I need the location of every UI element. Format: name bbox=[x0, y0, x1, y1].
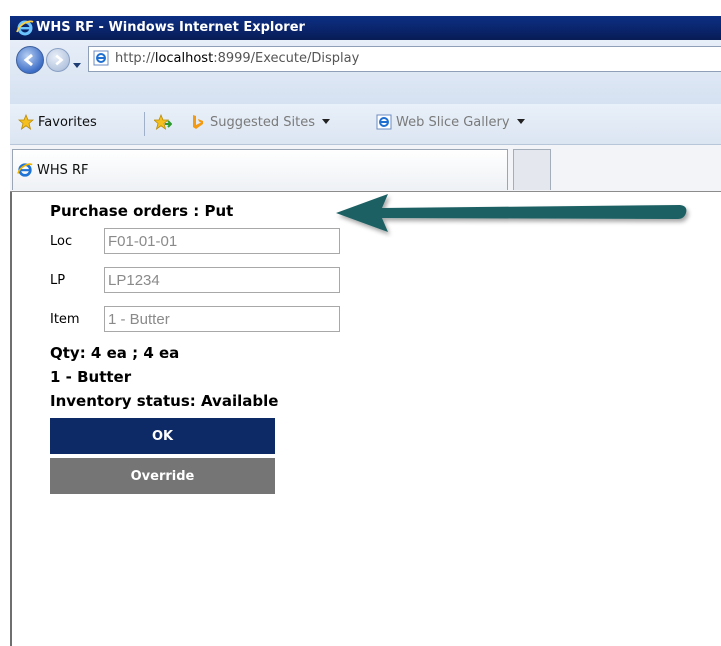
loc-label: Loc bbox=[50, 233, 73, 249]
history-dropdown-icon[interactable] bbox=[72, 55, 82, 74]
inventory-status-text: Inventory status: Available bbox=[50, 392, 279, 410]
item-input[interactable] bbox=[104, 306, 340, 332]
tab-whs-rf[interactable]: WHS RF bbox=[12, 149, 508, 190]
add-favorite-icon bbox=[154, 114, 172, 130]
title-bar: WHS RF - Windows Internet Explorer bbox=[10, 16, 721, 40]
annotation-arrow bbox=[336, 194, 687, 232]
dropdown-arrow-icon bbox=[516, 119, 525, 124]
dropdown-arrow-icon bbox=[321, 119, 330, 124]
item-field-row: Item bbox=[50, 304, 340, 334]
arrow-right-icon bbox=[55, 54, 64, 66]
browser-window: WHS RF - Windows Internet Explorer http:… bbox=[0, 0, 721, 646]
arrow-left-icon bbox=[23, 53, 33, 67]
internet-explorer-icon bbox=[16, 19, 34, 41]
suggested-sites-button[interactable]: Suggested Sites bbox=[190, 114, 331, 130]
page-icon bbox=[93, 50, 109, 70]
web-slice-gallery-button[interactable]: Web Slice Gallery bbox=[376, 114, 526, 130]
lp-field-row: LP bbox=[50, 265, 340, 295]
item-label: Item bbox=[50, 311, 80, 327]
loc-field-row: Loc bbox=[50, 226, 340, 256]
star-icon bbox=[18, 114, 34, 130]
qty-text: Qty: 4 ea ; 4 ea bbox=[50, 344, 180, 362]
toolbar-divider bbox=[144, 112, 145, 136]
tab-bar: WHS RF bbox=[10, 145, 721, 192]
address-bar[interactable]: http://localhost:8999/Execute/Display bbox=[88, 46, 721, 72]
lp-input[interactable] bbox=[104, 267, 340, 293]
back-button[interactable] bbox=[16, 46, 44, 74]
favorites-button[interactable]: Favorites bbox=[18, 114, 97, 130]
ok-button[interactable]: OK bbox=[50, 418, 275, 454]
internet-explorer-icon bbox=[17, 162, 33, 182]
item-description-text: 1 - Butter bbox=[50, 368, 132, 386]
url-text: http://localhost:8999/Execute/Display bbox=[115, 51, 360, 66]
bing-icon bbox=[193, 115, 203, 129]
loc-input[interactable] bbox=[104, 228, 340, 254]
lp-label: LP bbox=[50, 272, 66, 288]
page-icon bbox=[376, 114, 392, 130]
override-button[interactable]: Override bbox=[50, 458, 275, 494]
new-tab-button[interactable] bbox=[513, 149, 551, 190]
add-to-favorites-button[interactable] bbox=[154, 114, 172, 130]
page-content: Purchase orders : Put Loc LP Item Qty: 4… bbox=[10, 192, 721, 646]
forward-button[interactable] bbox=[46, 48, 70, 72]
page-title: Purchase orders : Put bbox=[50, 202, 234, 220]
favorites-bar: Favorites Suggested Sites Web Slice Gall… bbox=[10, 104, 721, 145]
window-title: WHS RF - Windows Internet Explorer bbox=[36, 20, 305, 35]
navigation-bar: http://localhost:8999/Execute/Display bbox=[10, 40, 721, 104]
